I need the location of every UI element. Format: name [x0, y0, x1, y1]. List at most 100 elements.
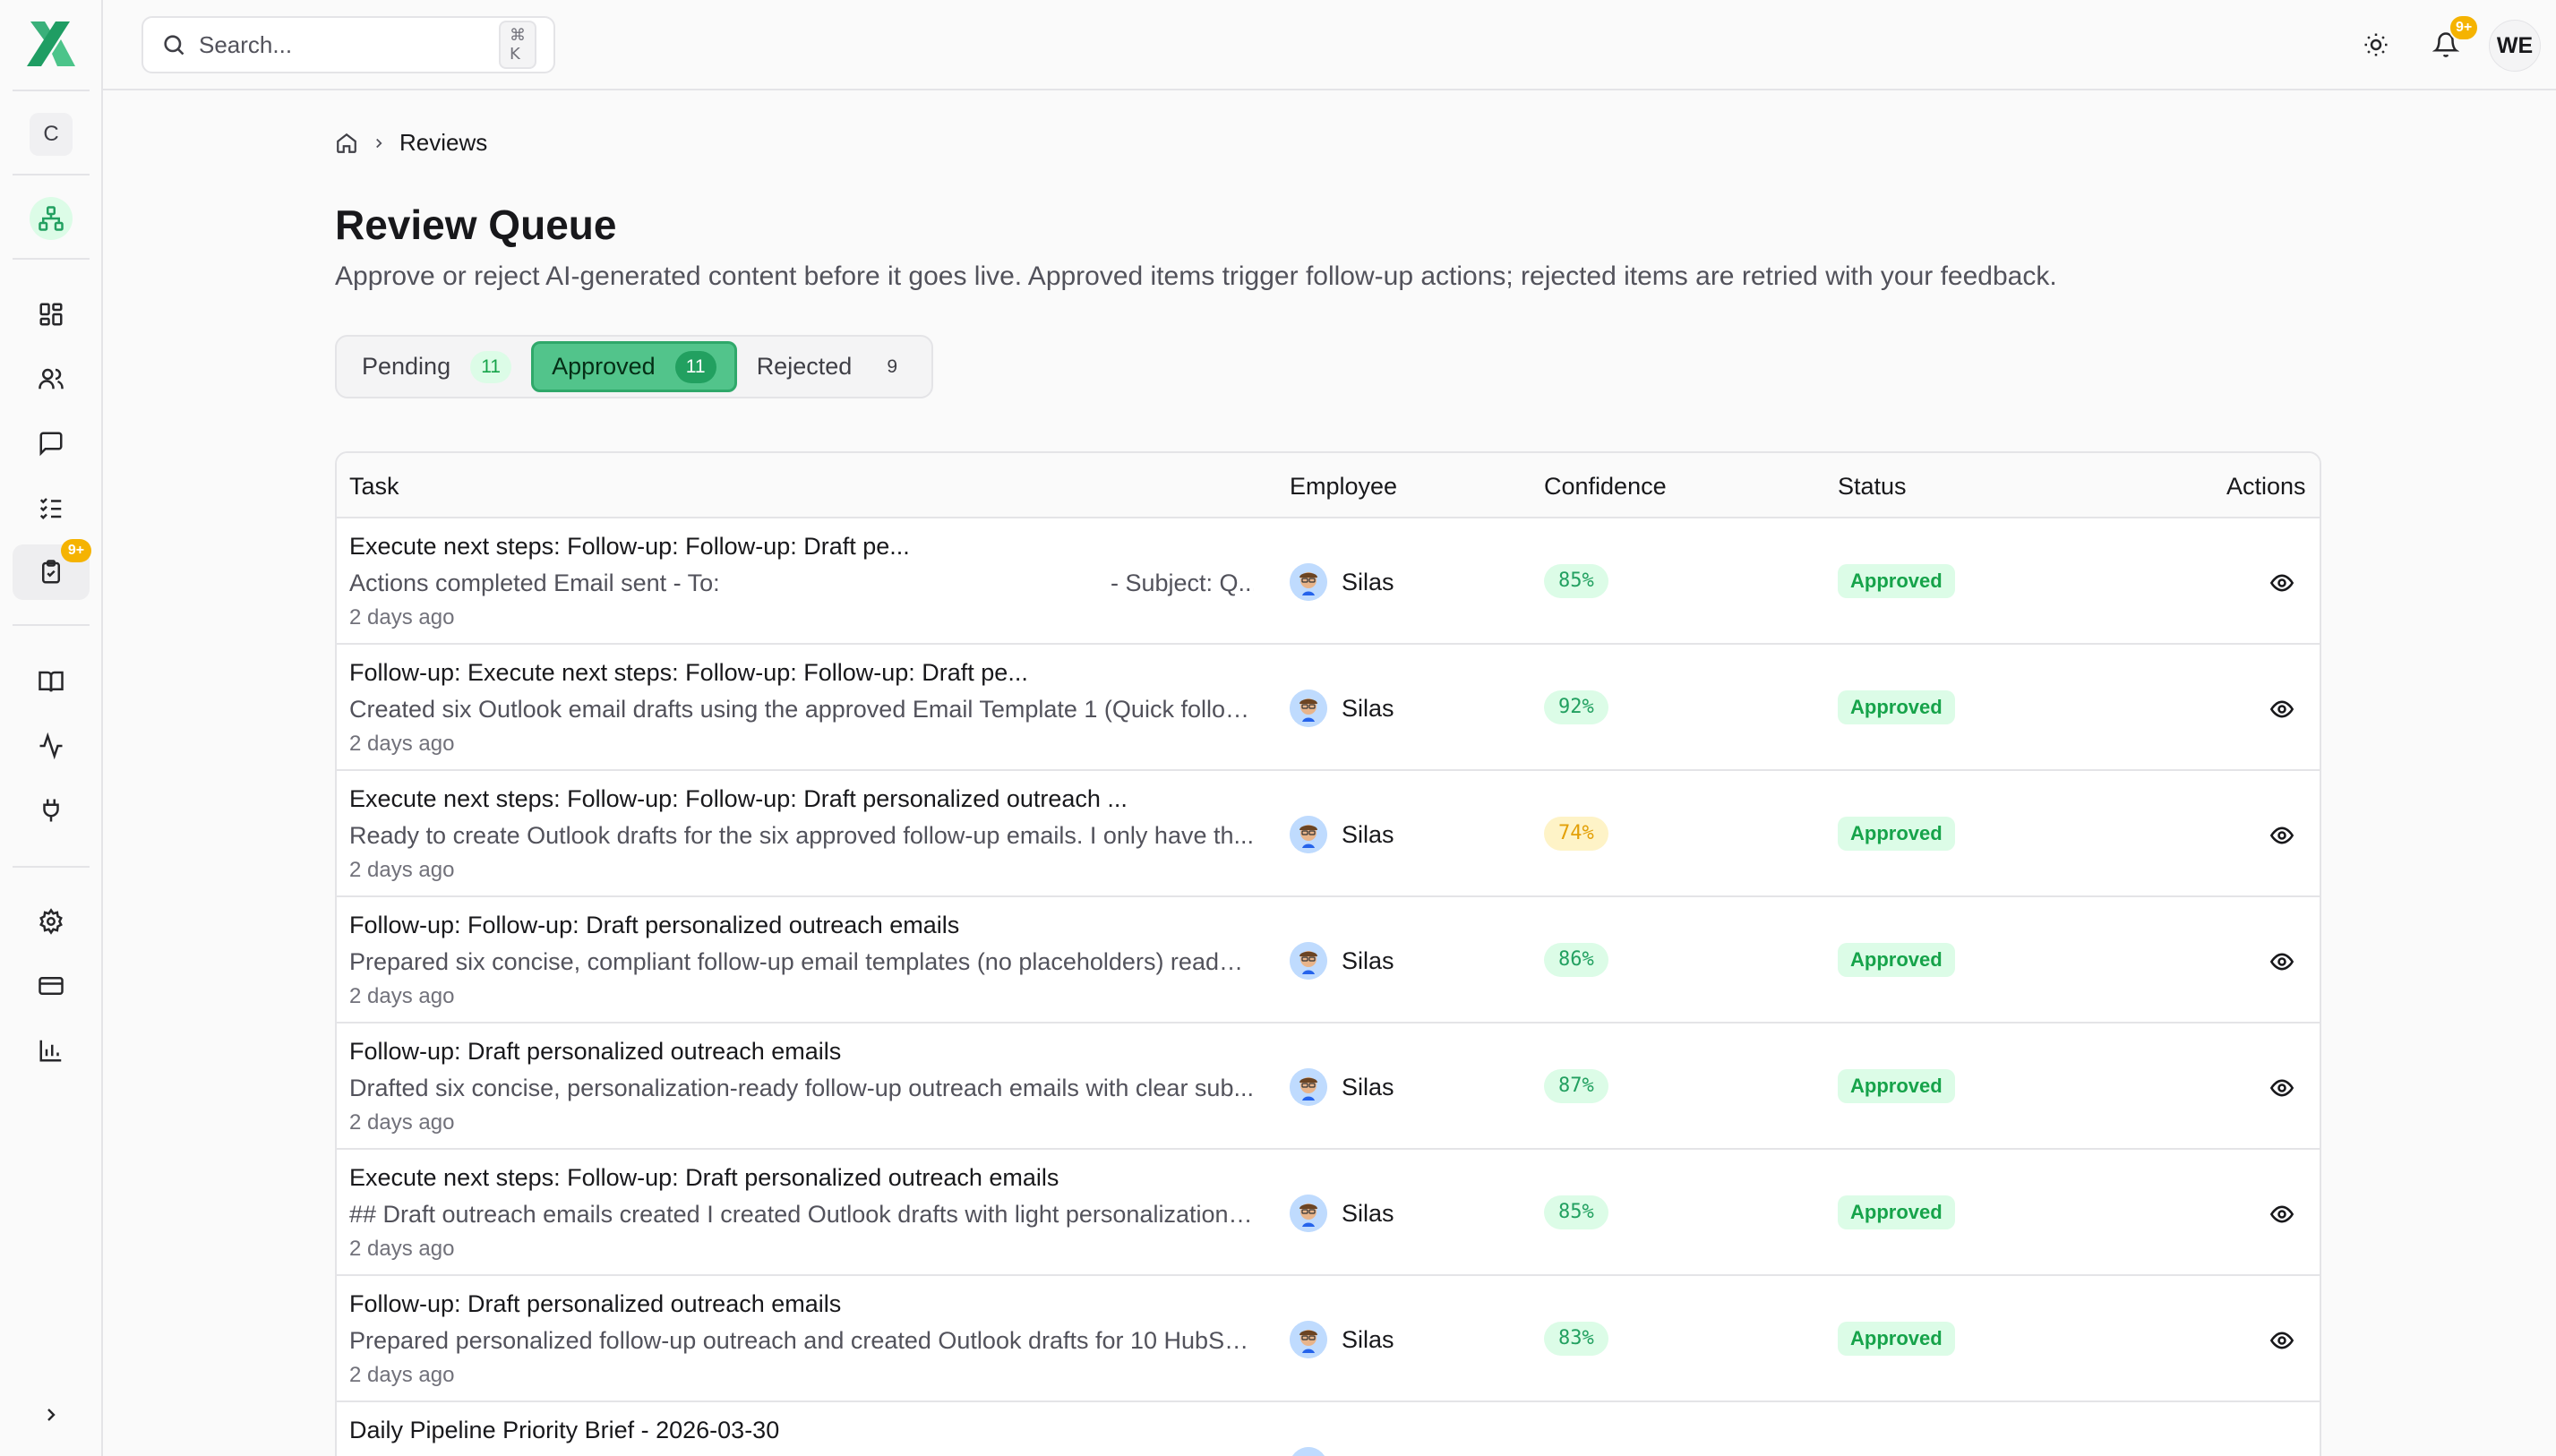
table-row[interactable]: Execute next steps: Follow-up: Follow-up… [337, 518, 2320, 645]
task-title: Follow-up: Execute next steps: Follow-up… [349, 659, 1028, 686]
sidebar-item-integrations[interactable] [13, 783, 90, 838]
sidebar-item-analytics[interactable] [13, 1023, 90, 1078]
tab-pending[interactable]: Pending 11 [342, 341, 531, 392]
view-button[interactable] [2262, 1195, 2302, 1234]
user-avatar-button[interactable]: WE [2489, 20, 2541, 72]
task-title: Daily Pipeline Priority Brief - 2026-03-… [349, 1417, 780, 1443]
sidebar-item-tasks[interactable] [13, 480, 90, 535]
sidebar-item-dashboard[interactable] [13, 287, 90, 342]
table-row[interactable]: Execute next steps: Follow-up: Follow-up… [337, 771, 2320, 897]
confidence-badge: 87% [1544, 1069, 1608, 1103]
tab-rejected[interactable]: Rejected 9 [737, 341, 933, 392]
view-button[interactable] [2262, 689, 2302, 729]
top-header: ⌘ K 9+ WE [103, 0, 2556, 90]
task-description: Created six Outlook email drafts using t… [349, 696, 1254, 723]
task-cell: Execute next steps: Follow-up: Draft per… [349, 1164, 1254, 1262]
sidebar-item-employees[interactable] [13, 351, 90, 407]
view-button[interactable] [2262, 563, 2302, 603]
status-badge: Approved [1838, 1322, 1955, 1356]
employee-avatar [1290, 689, 1327, 727]
employee-cell: Silas [1290, 942, 1394, 980]
workspace-switcher[interactable]: C [30, 113, 73, 156]
home-icon[interactable] [335, 132, 358, 155]
search-input[interactable] [199, 30, 499, 59]
notifications-button[interactable]: 9+ [2421, 14, 2480, 70]
confidence-badge: 85% [1544, 564, 1608, 598]
search-box[interactable]: ⌘ K [142, 16, 555, 73]
status-badge: Approved [1838, 564, 1955, 598]
table-header: Task Employee Confidence Status Actions [337, 453, 2320, 518]
task-cell: Daily Pipeline Priority Brief - 2026-03-… [349, 1417, 1254, 1444]
column-header-confidence: Confidence [1544, 473, 1667, 500]
view-button[interactable] [2262, 1068, 2302, 1108]
confidence-badge: 92% [1544, 690, 1608, 724]
eye-icon [2269, 700, 2294, 718]
sidebar-expand-button[interactable] [30, 1393, 73, 1436]
employee-cell [1290, 1447, 1327, 1456]
tab-count: 11 [674, 350, 716, 383]
table-row[interactable]: Daily Pipeline Priority Brief - 2026-03-… [337, 1402, 2320, 1456]
employee-avatar [1290, 1195, 1327, 1232]
chevron-right-icon [47, 1409, 56, 1421]
confidence-badge: 86% [1544, 943, 1608, 977]
sidebar-item-billing[interactable] [13, 958, 90, 1014]
sidebar-divider [13, 624, 90, 626]
sidebar-item-chat[interactable] [13, 415, 90, 471]
table-row[interactable]: Follow-up: Draft personalized outreach e… [337, 1023, 2320, 1150]
app-logo[interactable] [25, 18, 77, 70]
task-description: Prepared personalized follow-up outreach… [349, 1327, 1254, 1354]
view-button[interactable] [2262, 942, 2302, 981]
employee-avatar [1290, 1321, 1327, 1358]
task-timestamp: 2 days ago [349, 858, 455, 882]
chat-icon [39, 432, 63, 457]
gear-icon [39, 908, 63, 935]
table-row[interactable]: Follow-up: Follow-up: Draft personalized… [337, 897, 2320, 1023]
employee-cell: Silas [1290, 816, 1394, 853]
tab-approved[interactable]: Approved 11 [531, 341, 737, 392]
sidebar-divider [13, 258, 90, 260]
employee-name: Silas [1342, 694, 1394, 722]
task-cell: Follow-up: Draft personalized outreach e… [349, 1038, 1254, 1135]
table-row[interactable]: Follow-up: Draft personalized outreach e… [337, 1276, 2320, 1402]
task-description: Actions completed Email sent - To: - Sub… [349, 570, 1254, 598]
task-title: Follow-up: Draft personalized outreach e… [349, 1038, 842, 1065]
tab-count: 9 [887, 355, 898, 377]
theme-toggle-button[interactable] [2351, 20, 2401, 70]
sidebar-divider [13, 90, 90, 91]
workspace-initial: C [43, 122, 59, 146]
users-icon [39, 368, 64, 390]
page-description: Approve or reject AI-generated content b… [335, 261, 2057, 291]
chevron-right-icon [371, 135, 387, 151]
task-description: Prepared six concise, compliant follow-u… [349, 948, 1254, 975]
employee-cell: Silas [1290, 1321, 1394, 1358]
employee-avatar [1290, 1068, 1327, 1106]
task-title: Execute next steps: Follow-up: Follow-up… [349, 785, 1128, 812]
team-org-icon[interactable] [30, 197, 73, 240]
credit-card-icon [39, 977, 64, 995]
task-cell: Follow-up: Draft personalized outreach e… [349, 1290, 1254, 1388]
plug-icon [43, 799, 59, 822]
task-description: Drafted six concise, personalization-rea… [349, 1075, 1254, 1101]
table-row[interactable]: Follow-up: Execute next steps: Follow-up… [337, 645, 2320, 771]
sidebar-item-knowledge[interactable] [13, 654, 90, 709]
table-row[interactable]: Execute next steps: Follow-up: Draft per… [337, 1150, 2320, 1276]
status-badge: Approved [1838, 1195, 1955, 1229]
page-title: Review Queue [335, 201, 617, 248]
employee-name: Silas [1342, 1199, 1394, 1227]
employee-cell: Silas [1290, 1195, 1394, 1232]
task-cell: Execute next steps: Follow-up: Follow-up… [349, 785, 1254, 883]
tab-label: Approved [552, 353, 656, 380]
view-button[interactable] [2262, 816, 2302, 855]
task-description: ## Draft outreach emails created I creat… [349, 1201, 1254, 1228]
breadcrumb: Reviews [335, 129, 487, 157]
dashboard-icon [39, 303, 63, 326]
employee-avatar [1290, 563, 1327, 601]
status-badge: Approved [1838, 690, 1955, 724]
eye-icon [2269, 574, 2294, 592]
sidebar-item-settings[interactable] [13, 894, 90, 949]
tab-count: 11 [470, 350, 512, 383]
column-header-status: Status [1838, 473, 1907, 500]
task-timestamp: 2 days ago [349, 732, 455, 756]
sidebar-item-activity[interactable] [13, 718, 90, 774]
view-button[interactable] [2262, 1321, 2302, 1360]
